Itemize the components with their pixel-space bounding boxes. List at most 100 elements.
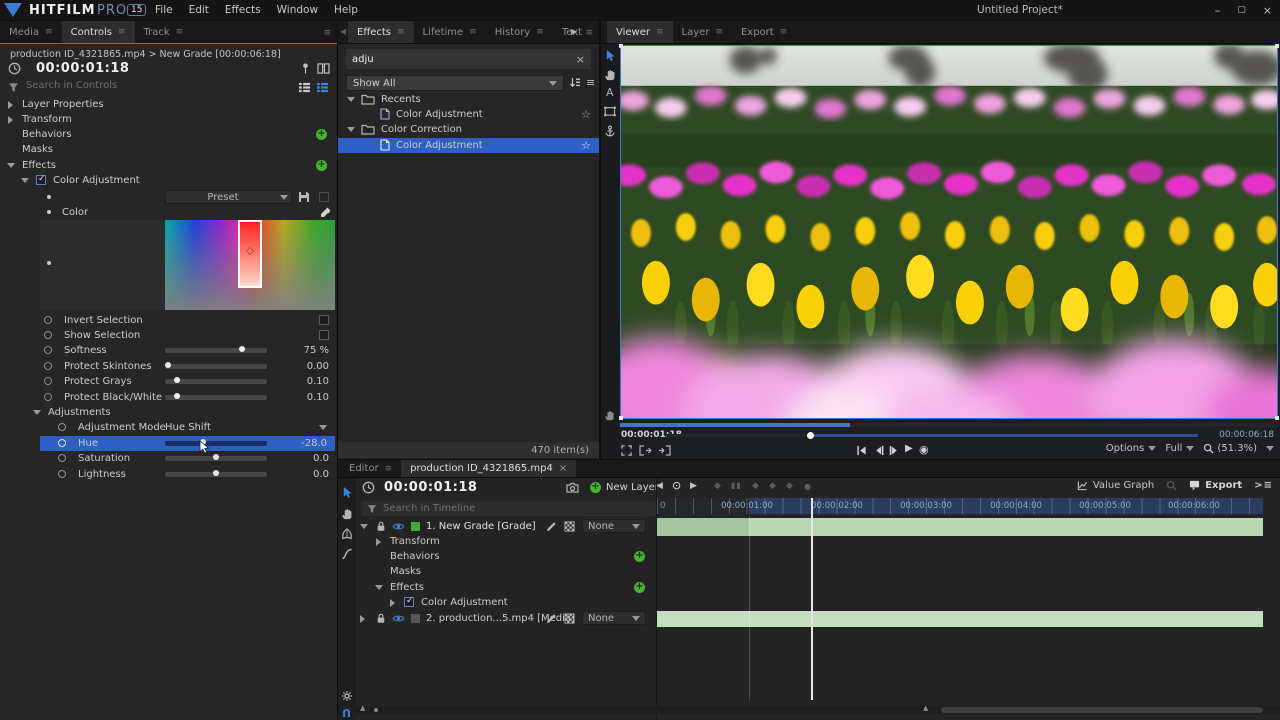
tab-menu-icon[interactable]: ≡ [715, 27, 723, 37]
split-view-icon[interactable] [317, 63, 330, 74]
chevron-down-icon[interactable] [319, 425, 327, 430]
timeline-search-input[interactable] [383, 503, 651, 514]
view-mode-icon[interactable]: ≡ [586, 76, 595, 89]
collapse-arrow-icon[interactable] [33, 410, 41, 415]
list-view-icon[interactable] [298, 82, 311, 93]
protect-skintones-slider[interactable] [165, 364, 267, 369]
visibility-eye-icon[interactable] [392, 522, 405, 531]
prop-value[interactable]: 0.10 [269, 392, 329, 403]
keyframe-tool-icon[interactable]: ◆ [786, 481, 793, 491]
track1-behaviors[interactable]: Behaviors+ [338, 549, 656, 564]
tab-menu-icon[interactable]: ≡ [397, 27, 405, 37]
tab-menu-icon[interactable]: ≡ [45, 27, 53, 37]
keyframe-toggle-icon[interactable] [58, 439, 66, 447]
saturation-slider[interactable] [165, 456, 267, 461]
panel-menu-icon[interactable]: ≡ [323, 28, 331, 38]
text-tool-icon[interactable]: A [606, 86, 614, 99]
add-keyframe-button[interactable]: ⊙ [672, 479, 681, 492]
tab-menu-icon[interactable]: ≡ [780, 27, 788, 37]
track-row-new-grade[interactable]: 1. New Grade [Grade] None [338, 519, 656, 534]
controls-timecode[interactable]: 00:00:01:18 [36, 61, 129, 76]
lock-icon[interactable] [376, 613, 386, 624]
snapshot-icon[interactable] [566, 482, 579, 493]
maximize-button[interactable]: ▢ [1237, 5, 1246, 15]
collapse-arrow-icon[interactable] [7, 163, 15, 168]
effect-enabled-checkbox[interactable] [404, 597, 414, 607]
keyframe-tool-icon[interactable]: ◆ [769, 481, 776, 491]
editor-timecode[interactable]: 00:00:01:18 [384, 480, 477, 495]
visibility-eye-icon[interactable] [392, 614, 405, 623]
hue-slider[interactable] [165, 441, 267, 446]
hue-selection-rect[interactable] [238, 220, 262, 288]
anchor-tool-icon[interactable] [604, 125, 616, 137]
tab-history[interactable]: History≡ [486, 21, 553, 43]
menu-help[interactable]: Help [334, 4, 358, 16]
prop-value[interactable]: 0.0 [269, 453, 329, 464]
minimize-button[interactable]: – [1215, 4, 1221, 17]
grid-view-icon[interactable] [316, 82, 329, 93]
keyframe-toggle-icon[interactable] [44, 362, 52, 370]
tab-effects[interactable]: Effects≡ [348, 21, 414, 43]
tab-export[interactable]: Export≡ [732, 21, 796, 43]
preset-dropdown[interactable]: Preset [165, 190, 292, 204]
tree-effects[interactable]: Effects+ [0, 158, 337, 173]
timeline-playhead[interactable] [811, 498, 813, 700]
keyframe-tool-icon[interactable]: ◆ [752, 481, 759, 491]
zoom-handle-icon[interactable] [374, 708, 378, 712]
expand-arrow-icon[interactable] [8, 101, 13, 109]
timeline-ruler[interactable]: 0 00:00:01:00 00:00:02:00 00:00:03:00 00… [657, 498, 1263, 514]
effects-search-input[interactable] [352, 54, 576, 65]
tab-menu-icon[interactable]: ≡ [656, 27, 664, 37]
tree-timeline-divider[interactable] [656, 478, 657, 720]
keyframe-toggle-icon[interactable] [58, 423, 66, 431]
media-clip-bar[interactable] [657, 611, 1263, 627]
pan-zoom-icon[interactable] [604, 410, 615, 421]
scroll-tabs-left-icon[interactable]: ◀ [340, 27, 346, 36]
alpha-checker-icon[interactable] [564, 521, 575, 532]
export-button[interactable]: Export [1189, 480, 1242, 491]
new-layer-plus-icon[interactable]: + [590, 482, 601, 493]
viewer-seekbar[interactable] [667, 434, 1198, 437]
tab-controls[interactable]: Controls≡ [62, 21, 135, 43]
lightness-slider[interactable] [165, 472, 267, 477]
select-tool-icon[interactable] [605, 49, 616, 62]
hscrollbar-thumb[interactable] [941, 707, 1263, 713]
effects-item-recents-color-adjustment[interactable]: Color Adjustment☆ [338, 107, 599, 122]
blend-mode-dropdown[interactable]: None [582, 611, 646, 625]
menu-edit[interactable]: Edit [189, 4, 209, 16]
tab-menu-icon[interactable]: ≡ [118, 27, 126, 37]
grade-clip-bar[interactable] [657, 518, 1263, 536]
clear-search-icon[interactable]: × [576, 53, 585, 66]
expand-arrow-icon[interactable] [376, 538, 381, 546]
track-row-media[interactable]: 2. production...5.mp4 [Media] None [338, 611, 656, 626]
effects-group-recents[interactable]: Recents [338, 92, 599, 107]
keyframe-dot-icon[interactable] [47, 195, 51, 199]
viewer-canvas[interactable] [620, 45, 1278, 419]
snap-magnet-icon[interactable]: U [342, 706, 351, 719]
value-graph-button[interactable]: Value Graph [1077, 480, 1154, 491]
menu-file[interactable]: File [155, 4, 173, 16]
protect-blackwhite-slider[interactable] [165, 395, 267, 400]
keyframe-toggle-icon[interactable] [44, 331, 52, 339]
new-layer-button[interactable]: New Layer [606, 482, 659, 493]
favorite-star-icon[interactable]: ☆ [581, 139, 591, 152]
tab-menu-icon[interactable]: ≡ [536, 27, 544, 37]
tab-editor[interactable]: Editor≡ [340, 460, 401, 477]
tree-transform[interactable]: Transform [0, 112, 337, 127]
tree-masks[interactable]: Masks [0, 142, 337, 157]
next-frame-button[interactable] [889, 445, 900, 456]
adjustments-group[interactable]: Adjustments [0, 405, 337, 420]
rename-pencil-icon[interactable] [546, 521, 557, 532]
track-color-swatch[interactable] [411, 614, 420, 623]
tab-layer[interactable]: Layer≡ [673, 21, 732, 43]
fit-mode-dropdown[interactable]: Full [1165, 443, 1194, 454]
track1-color-adjustment[interactable]: Color Adjustment [338, 595, 656, 610]
show-all-dropdown[interactable]: Show All [346, 75, 564, 91]
tree-layer-properties[interactable]: Layer Properties [0, 97, 337, 112]
keyframe-toggle-icon[interactable] [58, 470, 66, 478]
tab-viewer[interactable]: Viewer≡ [607, 21, 673, 43]
keyframe-toggle-icon[interactable] [44, 316, 52, 324]
track1-effects[interactable]: Effects+ [338, 580, 656, 595]
import-frame-icon[interactable] [658, 445, 671, 456]
prop-value[interactable]: 0.10 [269, 376, 329, 387]
